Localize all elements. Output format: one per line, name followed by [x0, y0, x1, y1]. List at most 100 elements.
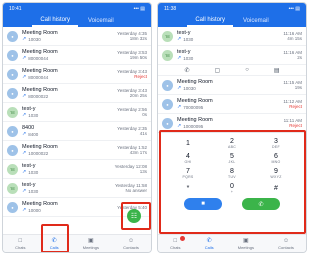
dialpad-key-7[interactable]: 7 PQRS — [166, 166, 210, 180]
call-meta: Yesterday 12:08 13s — [115, 164, 147, 174]
call-info: Meeting Room ↗ 10030 — [177, 79, 283, 91]
dialpad-key-6[interactable]: 6 MNO — [254, 151, 298, 165]
meeting-room-icon: ● — [7, 144, 18, 156]
nav-meetings[interactable]: ▣ Meetings — [83, 238, 99, 250]
meeting-room-icon: ● — [7, 68, 18, 80]
call-meta: 11:15 AM 19s — [283, 80, 302, 90]
key-letters: + — [230, 189, 234, 194]
call-info: test-y ↗ 1030 — [22, 106, 117, 118]
meeting-room-icon: ● — [7, 87, 18, 99]
call-direction-icon: ↗ — [22, 93, 27, 99]
call-history-row[interactable]: ● Meeting Room ↗ 80000044 Yesterday 3:53 19m … — [3, 46, 151, 65]
call-info: Meeting Room ↗ 80000022 — [22, 87, 117, 99]
call-history-row[interactable]: ● Meeting Room ↗ 10000022 Yesterday 1:52 43m … — [3, 141, 151, 160]
call-duration: 19s — [294, 85, 302, 90]
key-digit: * — [186, 184, 190, 192]
key-digit: 7 — [186, 167, 190, 175]
call-history-row[interactable]: ● Meeting Room ↗ 80000044 Yesterday 3:43 Reje… — [3, 65, 151, 84]
caller-number-line: ↗ 1030 — [177, 36, 283, 42]
caller-number: 10030 — [28, 36, 41, 42]
call-history-row[interactable]: TE test-y ↗ 1030 Yesterday 2:56 0s — [3, 103, 151, 122]
call-history-row[interactable]: TE test-y ↗ 1030 Yesterday 12:08 13s — [3, 160, 151, 179]
meetings-icon: ▣ — [88, 237, 94, 244]
call-history-row[interactable]: ● Meeting Room ↗ 10030 Yesterday 4:35 18m 32s — [3, 27, 151, 46]
tab-call-history[interactable]: Call history — [32, 14, 78, 27]
call-direction-icon: ↗ — [22, 74, 27, 80]
nav-contacts[interactable]: ☺ Contacts — [278, 238, 294, 250]
call-info: Meeting Room ↗ 80000044 — [22, 49, 117, 61]
call-history-row[interactable]: ● Meeting Room ↗ 80000022 Yesterday 3:43 20m … — [3, 84, 151, 103]
nav-calls[interactable]: ✆ Calls — [50, 238, 59, 250]
dialpad-key-1[interactable]: 1 — [166, 136, 210, 150]
voice-call-button[interactable]: ✆ — [242, 198, 280, 210]
phone-icon: ✆ — [258, 201, 264, 208]
key-letters: PQRS — [182, 174, 194, 179]
bottom-nav: □ Chats ✆ Calls ▣ Meetings ☺ Contacts — [3, 234, 151, 252]
call-direction-icon: ↗ — [22, 131, 27, 137]
call-duration: 18m 32s — [129, 36, 147, 41]
call-history-row[interactable]: ● 8400 ↗ 8400 Yesterday 2:35 41s — [3, 122, 151, 141]
nav-chats[interactable]: □ Chats — [170, 235, 185, 250]
nav-meetings[interactable]: ▣ Meetings — [238, 238, 254, 250]
call-history-row[interactable]: TE test-y ↗ 1030 11:16 AM 4m 15s — [158, 27, 306, 46]
chats-icon: □ — [18, 237, 23, 244]
tab-voicemail[interactable]: Voicemail — [80, 14, 122, 27]
call-info: Meeting Room ↗ 10000095 — [177, 117, 284, 129]
status-icons: ••• ▤ — [133, 5, 145, 12]
caller-number-line: ↗ 1030 — [177, 55, 283, 61]
dialpad-key-0[interactable]: 0 + — [210, 181, 254, 195]
dialpad-key-9[interactable]: 9 WXYZ — [254, 166, 298, 180]
tab-voicemail[interactable]: Voicemail — [235, 14, 277, 27]
dialpad: 1 2 ABC 3 DEF 4 GHI 5 JKL 6 MNO 7 PQRS 8 TUV 9 WXYZ * 0 + # … — [158, 132, 306, 233]
dialpad-key-star[interactable]: * — [166, 181, 210, 195]
video-icon[interactable]: ▢ — [215, 67, 221, 74]
call-icon[interactable]: ✆ — [185, 67, 190, 74]
call-duration: 43m 17s — [129, 150, 147, 155]
dialpad-key-8[interactable]: 8 TUV — [210, 166, 254, 180]
phone-icon: ✆ — [51, 237, 57, 244]
call-duration: No answer — [125, 188, 147, 193]
call-meta: Yesterday 1:52 43m 17s — [117, 145, 147, 155]
dialpad-key-2[interactable]: 2 ABC — [210, 136, 254, 150]
dialpad-key-3[interactable]: 3 DEF — [254, 136, 298, 150]
key-digit: 1 — [186, 139, 190, 147]
nav-label: Chats — [15, 244, 26, 250]
dialpad-key-hash[interactable]: # — [254, 181, 298, 195]
caller-number-line: ↗ 10000095 — [177, 123, 284, 129]
call-info: Meeting Room ↗ 80000044 — [22, 68, 117, 80]
meeting-room-icon: ● — [7, 49, 18, 61]
status-time: 11:38 — [164, 5, 177, 12]
call-meta: Yesterday 3:43 20m 25s — [117, 88, 147, 98]
call-info: test-y ↗ 1030 — [22, 182, 115, 194]
caller-number: 10000022 — [28, 150, 49, 156]
call-history-row[interactable]: TE test-y ↗ 1030 11:16 AM 2s — [158, 46, 306, 65]
dialpad-key-5[interactable]: 5 JKL — [210, 151, 254, 165]
message-icon[interactable]: ○ — [245, 67, 249, 73]
call-history-row[interactable]: ● Meeting Room ↗ 10000095 11:11 AM Reject — [158, 114, 306, 133]
call-meta: Yesterday 4:35 18m 32s — [117, 31, 147, 41]
call-duration: Reject — [134, 74, 147, 79]
dialpad-key-4[interactable]: 4 GHI — [166, 151, 210, 165]
key-letters: TUV — [228, 174, 236, 179]
call-duration: 2s — [297, 55, 302, 60]
nav-contacts[interactable]: ☺ Contacts — [123, 238, 139, 250]
call-duration: 0s — [142, 112, 147, 117]
call-direction-icon: ↗ — [22, 169, 27, 175]
meeting-room-icon: ● — [7, 125, 18, 137]
call-direction-icon: ↗ — [22, 112, 27, 118]
call-direction-icon: ↗ — [22, 36, 27, 42]
video-call-button[interactable]: ■ — [184, 198, 222, 210]
meeting-room-icon: ● — [162, 79, 173, 91]
call-history-row[interactable]: ● Meeting Room ↗ 10030 11:15 AM 19s — [158, 76, 306, 95]
dialpad-button[interactable]: ☷ — [127, 209, 141, 223]
nav-chats[interactable]: □ Chats — [15, 238, 25, 250]
info-icon[interactable]: ▤ — [274, 67, 280, 74]
dialpad-keys: 1 2 ABC 3 DEF 4 GHI 5 JKL 6 MNO 7 PQRS 8 TUV 9 WXYZ * 0 + # — [158, 133, 306, 195]
nav-calls[interactable]: ✆ Calls — [205, 238, 214, 250]
call-meta: 11:16 AM 4m 15s — [283, 31, 302, 41]
call-history-row[interactable]: ● Meeting Room ↗ 70000095 11:12 AM Reject — [158, 95, 306, 114]
key-digit: 4 — [186, 152, 190, 160]
call-history-row[interactable]: TE test-y ↗ 1030 Yesterday 11:58 No answer — [3, 179, 151, 198]
call-info: Meeting Room ↗ 10000022 — [22, 144, 117, 156]
tab-call-history[interactable]: Call history — [187, 14, 233, 27]
